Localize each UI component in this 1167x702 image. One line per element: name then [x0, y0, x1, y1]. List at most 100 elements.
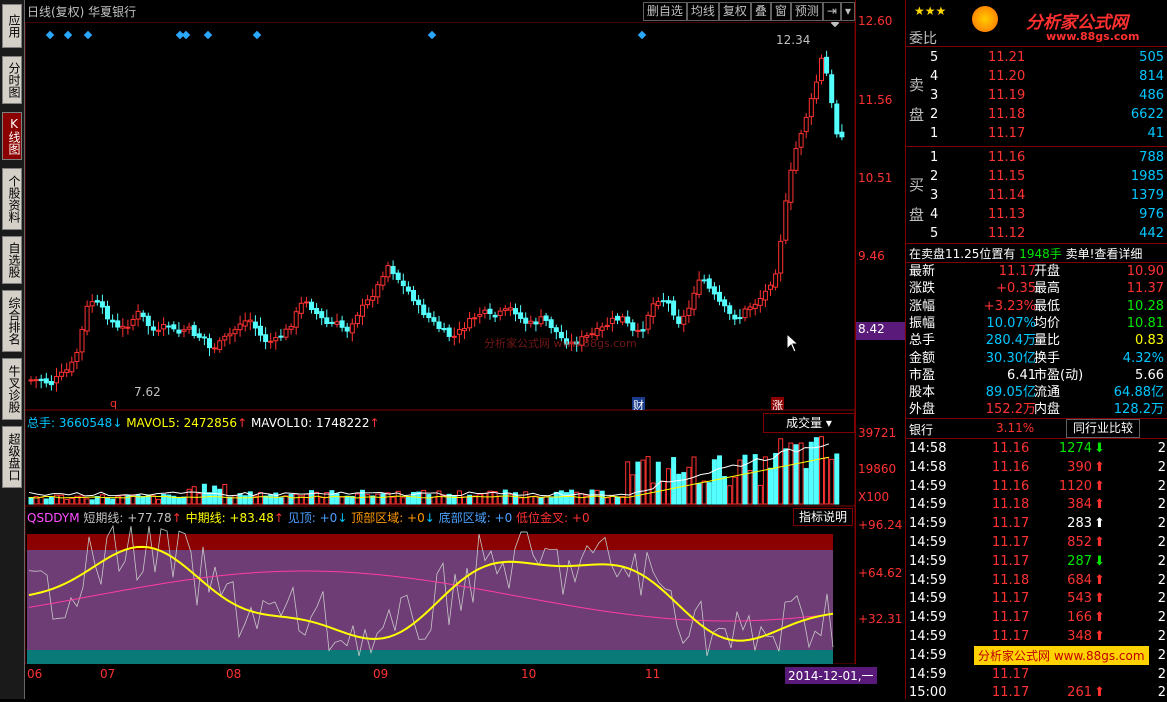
- book-price: 11.16: [988, 150, 1026, 165]
- stat-value: 30.30亿: [985, 350, 1036, 366]
- industry-pct: 3.11%: [996, 421, 1035, 435]
- tick-time: 14:59: [909, 497, 947, 513]
- tab-stock-info[interactable]: 个股资料: [2, 168, 22, 230]
- bottom-zone-band: [27, 650, 833, 664]
- tick-volume: 1120: [1058, 478, 1092, 494]
- tab-ranking[interactable]: 综合排名: [2, 290, 22, 352]
- ma-button[interactable]: 均线: [686, 2, 719, 21]
- remove-watchlist-button[interactable]: 删自选: [642, 2, 687, 21]
- candle-body: [400, 280, 406, 287]
- stat-value: 10.28: [1126, 298, 1164, 314]
- candle-body: [456, 329, 462, 335]
- book-row[interactable]: 5 11.21 505: [928, 48, 1167, 67]
- candle-body: [701, 279, 707, 282]
- candle-body: [130, 319, 136, 326]
- candle-body: [54, 376, 59, 384]
- book-row[interactable]: 2 11.15 1985: [928, 167, 1167, 186]
- tick-price: 11.17: [992, 610, 1030, 626]
- candle-body: [232, 329, 238, 335]
- industry-name: 银行: [909, 423, 934, 437]
- industry-compare-button[interactable]: 同行业比较: [1066, 419, 1141, 438]
- indicator-chart[interactable]: [25, 506, 855, 664]
- candle-body: [390, 266, 396, 275]
- arrow-up-icon: ⬆: [1094, 629, 1105, 644]
- tab-apps[interactable]: 应用: [2, 4, 22, 48]
- volume-bar: [477, 493, 483, 505]
- stat-row: 涨幅 +3.23% 最低 10.28: [906, 298, 1167, 315]
- tab-k-line[interactable]: K线图: [2, 112, 22, 160]
- book-row[interactable]: 1 11.17 41: [928, 124, 1167, 143]
- volume-bar: [564, 492, 569, 505]
- candle-body: [783, 200, 789, 241]
- indicator-select[interactable]: 成交量 ▾: [763, 413, 855, 433]
- volume-bar: [615, 496, 620, 505]
- volume-bar: [43, 498, 49, 505]
- candle-body: [451, 335, 457, 338]
- candle-body: [497, 310, 503, 316]
- arrow-right-icon[interactable]: ⇥: [822, 2, 841, 21]
- candle-body: [360, 304, 365, 317]
- volume-bar: [176, 496, 182, 505]
- tick-price: 11.17: [992, 553, 1030, 569]
- tab-watchlist[interactable]: 自选股: [2, 236, 22, 284]
- candle-body: [813, 81, 819, 100]
- indicator-mid: 中期线: +83.48: [185, 511, 274, 525]
- volume-bar: [711, 459, 717, 505]
- book-row[interactable]: 4 11.13 976: [928, 205, 1167, 224]
- overlay-button[interactable]: 叠: [750, 2, 771, 21]
- tab-diagnose[interactable]: 牛叉诊股: [2, 358, 22, 420]
- candle-body: [431, 317, 437, 322]
- volume-bar: [645, 456, 651, 505]
- book-row[interactable]: 4 11.20 814: [928, 67, 1167, 86]
- candle-body: [609, 317, 615, 324]
- book-row[interactable]: 1 11.16 788: [928, 148, 1167, 167]
- book-volume: 442: [1139, 226, 1164, 241]
- tick-row: 14:59 11.18 684 ⬆ 2: [906, 571, 1167, 590]
- volume-bar: [803, 468, 809, 505]
- book-level: 1: [930, 126, 939, 141]
- candlestick-chart[interactable]: [25, 22, 855, 410]
- view-detail-link[interactable]: 查看详细: [1094, 247, 1142, 261]
- book-row[interactable]: 5 11.12 442: [928, 224, 1167, 243]
- tick-price: 11.17: [992, 535, 1030, 550]
- candle-body: [181, 329, 187, 332]
- adjust-button[interactable]: 复权: [718, 2, 751, 21]
- stat-value: 5.66: [1135, 367, 1164, 383]
- volume-bar: [548, 497, 554, 505]
- book-price: 11.19: [988, 88, 1026, 103]
- book-row[interactable]: 3 11.19 486: [928, 86, 1167, 105]
- book-row[interactable]: 2 11.18 6622: [928, 105, 1167, 124]
- book-price: 11.21: [988, 50, 1026, 65]
- volume-bar: [319, 497, 325, 505]
- tick-volume: 1274: [1058, 441, 1092, 456]
- candle-body: [487, 308, 493, 315]
- price-tick: 9.46: [858, 249, 885, 263]
- candle-body: [74, 352, 80, 362]
- volume-bar: [630, 474, 636, 505]
- candle-body: [405, 286, 411, 292]
- forecast-button[interactable]: 预测: [790, 2, 823, 21]
- tick-suffix: 2: [1157, 666, 1166, 682]
- volume-bar: [181, 496, 187, 505]
- dropdown-icon[interactable]: ▾: [840, 2, 855, 21]
- volume-bar: [742, 454, 748, 505]
- tab-super-book[interactable]: 超级盘口: [2, 426, 22, 488]
- price-tick: 11.56: [858, 93, 893, 107]
- price-tick: 12.60: [858, 14, 893, 28]
- stat-row: 振幅 10.07% 均价 10.81: [906, 315, 1167, 332]
- candle-body: [839, 131, 845, 138]
- candle-body: [110, 319, 116, 323]
- stat-value: 280.4万: [985, 333, 1036, 349]
- window-button[interactable]: 窗: [770, 2, 791, 21]
- book-row[interactable]: 3 11.14 1379: [928, 186, 1167, 205]
- candle-body: [548, 319, 554, 329]
- candle-body: [99, 301, 105, 308]
- candle-body: [191, 325, 197, 337]
- tick-row: 14:59 11.17 287 ⬇ 2: [906, 552, 1167, 571]
- indicator-help-button[interactable]: 指标说明: [793, 508, 853, 526]
- tab-time-chart[interactable]: 分时图: [2, 56, 22, 104]
- book-price: 11.13: [988, 207, 1026, 222]
- tick-suffix: 2: [1157, 572, 1166, 588]
- sell-label: 卖盘: [909, 76, 925, 124]
- volume-bar: [793, 444, 799, 505]
